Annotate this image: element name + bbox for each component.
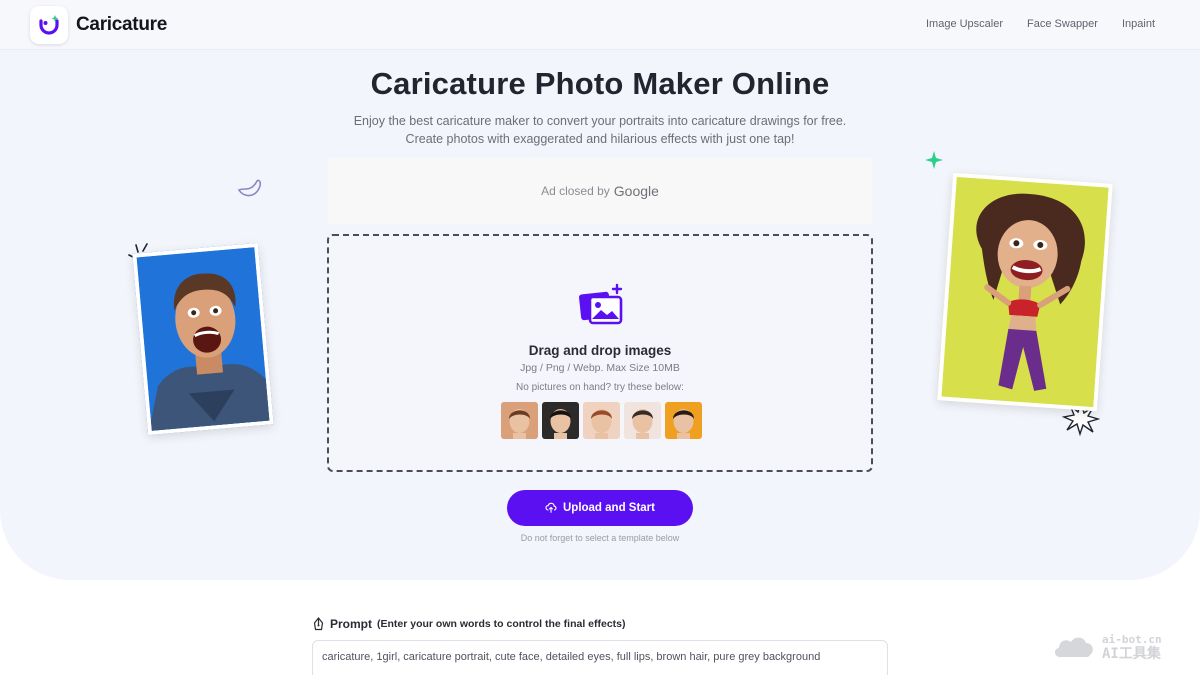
brand-name: Caricature (76, 14, 167, 35)
prompt-input[interactable]: caricature, 1girl, caricature portrait, … (312, 640, 888, 675)
nav-inpaint[interactable]: Inpaint (1122, 18, 1155, 30)
sample-face-1-icon (509, 409, 530, 439)
sample-face-2-icon (550, 409, 571, 439)
nav-image-upscaler[interactable]: Image Upscaler (926, 18, 1003, 30)
ad-brand: Google (613, 183, 659, 199)
drop-zone-formats: Jpg / Png / Webp. Max Size 10MB (520, 362, 680, 374)
prompt-label: Prompt (Enter your own words to control … (312, 617, 626, 631)
doodle-leaf-icon (237, 179, 262, 197)
sample-image[interactable] (665, 402, 702, 439)
nav-face-swapper[interactable]: Face Swapper (1027, 18, 1098, 30)
sample-image[interactable] (542, 402, 579, 439)
example-photo-man (132, 242, 274, 436)
example-caricature-woman (937, 172, 1113, 412)
upload-button-label: Upload and Start (562, 502, 655, 514)
sample-face-5-icon (673, 409, 694, 439)
pen-nib-icon (313, 617, 324, 631)
sample-images (501, 402, 702, 439)
ad-placeholder: Ad closed by Google (328, 158, 872, 224)
template-reminder: Do not forget to select a template below (520, 533, 680, 543)
upload-and-start-button[interactable]: Upload and Start (507, 490, 693, 526)
site-watermark: ai-bot.cn AI工具集 (1052, 632, 1162, 662)
page-title: Caricature Photo Maker Online (370, 66, 830, 101)
sample-image[interactable] (624, 402, 661, 439)
image-upload-icon (579, 283, 623, 325)
top-nav: Image Upscaler Face Swapper Inpaint (926, 18, 1155, 30)
cloud-logo-icon (1054, 637, 1093, 657)
sample-face-4-icon (632, 409, 653, 439)
drop-zone-title: Drag and drop images (528, 343, 672, 358)
watermark-domain: ai-bot.cn (1102, 633, 1162, 646)
prompt-hint: (Enter your own words to control the fin… (377, 618, 626, 630)
upload-icon (545, 502, 557, 513)
ad-text: Ad closed by (541, 184, 610, 198)
site-header: Caricature Image Upscaler Face Swapper I… (0, 0, 1200, 50)
image-drop-zone[interactable]: Drag and drop images Jpg / Png / Webp. M… (327, 234, 873, 472)
subtitle-line-1: Enjoy the best caricature maker to conve… (353, 114, 847, 128)
logo-icon (30, 6, 68, 44)
sparkle-icon (925, 151, 943, 169)
sample-face-3-icon (591, 409, 612, 439)
prompt-title: Prompt (330, 617, 372, 631)
subtitle-line-2: Create photos with exaggerated and hilar… (405, 132, 795, 146)
sample-image[interactable] (583, 402, 620, 439)
sample-images-hint: No pictures on hand? try these below: (516, 382, 684, 393)
watermark-title: AI工具集 (1102, 646, 1161, 662)
page-subtitle: Enjoy the best caricature maker to conve… (0, 112, 1200, 148)
brand-logo[interactable]: Caricature (30, 6, 167, 44)
sample-image[interactable] (501, 402, 538, 439)
